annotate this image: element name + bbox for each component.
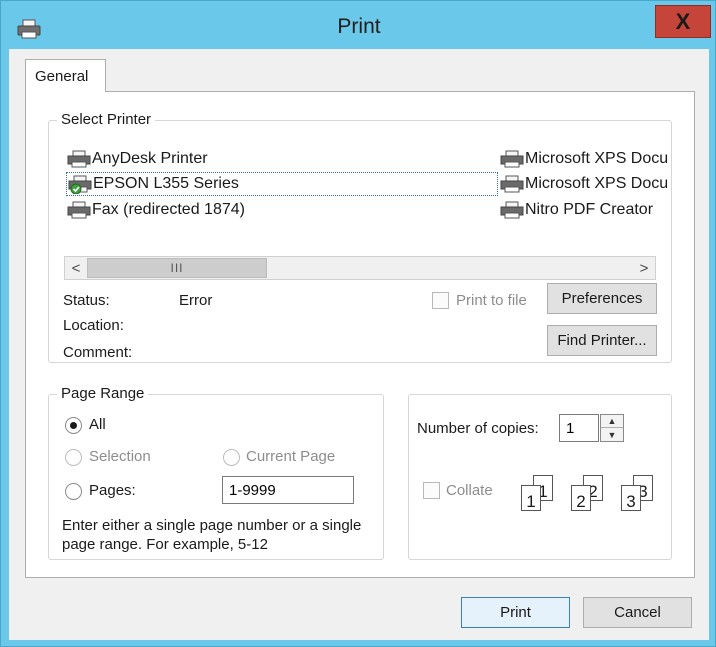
cancel-button[interactable]: Cancel [583,597,692,628]
printer-default-icon [68,175,92,194]
collate-page-icon: 3 [621,485,641,511]
copies-group: Number of copies: ▲ ▼ Collate 1 1 2 2 3 … [408,394,672,560]
tab-general[interactable]: General [25,59,106,92]
collate-page-icon: 2 [571,485,591,511]
printer-icon [500,201,524,219]
copies-spinner[interactable]: ▲ ▼ [600,414,624,442]
printer-icon [67,150,91,168]
current-page-radio[interactable] [223,449,240,466]
status-label: Status: [63,292,110,309]
spinner-up-icon[interactable]: ▲ [601,415,623,428]
selection-radio[interactable] [65,449,82,466]
select-printer-group: Select Printer AnyDesk Printer EPSON L35… [48,111,672,363]
collate-illustration: 1 1 2 2 3 3 [515,475,671,521]
radio-selected-dot [70,422,77,429]
printer-item-epson[interactable]: EPSON L355 Series [66,172,498,196]
scroll-thumb[interactable]: III [87,258,267,278]
dialog-client-area: General Select Printer AnyDesk Printer E… [9,49,709,640]
all-radio[interactable] [65,417,82,434]
page-range-group: Page Range All Selection Current Page Pa… [48,385,384,560]
printer-icon [500,175,524,193]
print-to-file-checkbox[interactable] [432,292,449,309]
printer-item-microsoft-xps-2[interactable]: Microsoft XPS Document Writer [499,172,669,196]
pages-radio[interactable] [65,483,82,500]
printer-item-anydesk[interactable]: AnyDesk Printer [66,147,246,171]
collate-label: Collate [446,482,493,499]
collate-checkbox[interactable] [423,482,440,499]
print-dialog-window: Print X General Select Printer AnyDesk P… [0,0,716,647]
window-title: Print [337,15,381,38]
all-label: All [89,416,106,433]
spinner-down-icon[interactable]: ▼ [601,428,623,441]
general-tab-panel: Select Printer AnyDesk Printer EPSON L35… [25,91,695,578]
selection-label: Selection [89,448,151,465]
pages-input[interactable] [222,476,354,504]
close-button[interactable]: X [655,5,711,38]
copies-input[interactable] [559,414,599,442]
preferences-button[interactable]: Preferences [547,283,657,314]
printer-list-scrollbar[interactable]: < III > [64,256,656,280]
status-value: Error [179,292,213,309]
printer-item-nitro-pdf[interactable]: Nitro PDF Creator [499,198,669,222]
select-printer-title: Select Printer [57,111,156,128]
printer-name: Nitro PDF Creator [525,201,654,218]
printer-item-fax[interactable]: Fax (redirected 1874) [66,198,286,222]
printer-name: Microsoft XPS Document Writer [525,150,669,167]
printer-name: Fax (redirected 1874) [92,201,245,218]
location-label: Location: [63,317,124,334]
comment-label: Comment: [63,344,133,361]
scroll-right-button[interactable]: > [633,257,655,279]
printer-icon [500,150,524,168]
printer-name: EPSON L355 Series [93,175,239,192]
page-range-title: Page Range [57,385,149,402]
find-printer-button[interactable]: Find Printer... [547,325,657,356]
copies-label: Number of copies: [417,420,539,437]
current-page-label: Current Page [246,448,336,465]
print-to-file-label: Print to file [456,292,527,309]
printer-name: AnyDesk Printer [92,150,208,167]
scroll-left-button[interactable]: < [65,257,87,279]
pages-label: Pages: [89,482,136,499]
print-button[interactable]: Print [461,597,570,628]
printer-item-microsoft-xps-1[interactable]: Microsoft XPS Document Writer [499,147,669,171]
printer-name: Microsoft XPS Document Writer [525,175,669,192]
collate-page-icon: 1 [521,485,541,511]
page-range-hint: Enter either a single page number or a s… [62,517,362,553]
fax-icon [67,201,91,219]
